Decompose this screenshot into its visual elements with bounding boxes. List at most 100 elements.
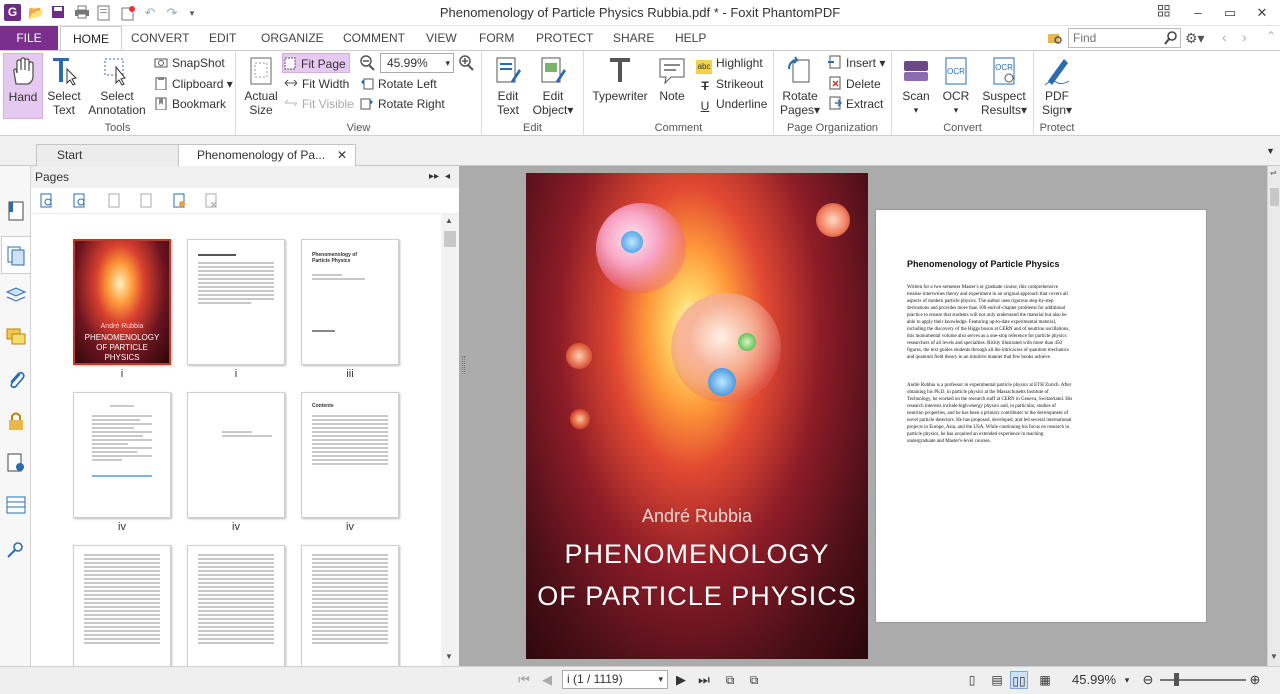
collapse-panel-icon[interactable]: ◂ <box>445 166 450 188</box>
tab-help[interactable]: HELP <box>663 26 718 50</box>
continuous-facing-icon[interactable]: ▦ <box>1036 671 1054 689</box>
pages-panel-tab[interactable] <box>1 236 30 274</box>
panel-splitter-handle[interactable] <box>462 356 465 374</box>
previous-view-icon[interactable]: ⧉ <box>721 671 739 689</box>
scrollbar-thumb[interactable] <box>1270 188 1279 206</box>
close-tab-icon[interactable]: ✕ <box>337 145 347 165</box>
page-thumbnail[interactable] <box>301 545 399 666</box>
security-lock-icon[interactable] <box>5 410 27 432</box>
scroll-down-icon[interactable]: ▼ <box>445 652 453 661</box>
search-folder-icon[interactable] <box>1047 30 1063 46</box>
scan-button[interactable]: Scan ▾ <box>896 53 936 119</box>
tab-protect[interactable]: PROTECT <box>524 26 605 50</box>
select-annotation-button[interactable]: Select Annotation <box>86 53 148 119</box>
page-thumbnail[interactable] <box>73 392 171 518</box>
insert-button[interactable]: Insert ▾ <box>828 53 885 73</box>
zoom-out-button[interactable]: ⊖ <box>1139 671 1157 689</box>
snapshot-button[interactable]: SnapShot <box>154 53 225 73</box>
maximize-button[interactable]: ▭ <box>1220 3 1240 23</box>
split-view-icon[interactable]: ⇌ <box>1270 168 1277 177</box>
suspect-results-button[interactable]: OCR Suspect Results▾ <box>978 53 1030 119</box>
zoom-in-icon[interactable] <box>457 54 475 75</box>
zoom-in-button[interactable]: ⊕ <box>1246 671 1264 689</box>
thumbnail-scrollbar[interactable]: ▲ ▼ <box>441 214 459 666</box>
note-button[interactable]: Note <box>654 53 690 119</box>
hand-button[interactable]: Hand <box>3 53 43 119</box>
zoom-out-icon[interactable] <box>358 54 376 75</box>
insert-page-icon[interactable] <box>106 193 122 209</box>
bookmark-button[interactable]: Bookmark <box>154 94 226 114</box>
tab-edit[interactable]: EDIT <box>197 26 248 50</box>
tab-comment[interactable]: COMMENT <box>331 26 417 50</box>
page-number-select[interactable]: i (1 / 1119) ▾ <box>562 670 668 689</box>
typewriter-button[interactable]: Typewriter <box>590 53 650 119</box>
restore-layout-icon[interactable] <box>1154 3 1174 23</box>
tab-share[interactable]: SHARE <box>601 26 666 50</box>
pdf-sign-button[interactable]: PDF Sign▾ <box>1036 53 1078 119</box>
tab-organize[interactable]: ORGANIZE <box>249 26 336 50</box>
previous-result-icon[interactable]: ‹ <box>1222 29 1227 45</box>
zoom-slider-handle[interactable] <box>1174 673 1179 686</box>
bookmarks-panel-icon[interactable] <box>5 200 27 222</box>
rotate-left-button[interactable]: Rotate Left <box>360 74 437 94</box>
tab-document[interactable]: Phenomenology of Pa... ✕ <box>178 144 356 166</box>
minimize-button[interactable]: – <box>1188 3 1208 23</box>
extract-button[interactable]: Extract <box>828 94 883 114</box>
delete-button[interactable]: Delete <box>828 74 881 94</box>
scrollbar-thumb[interactable] <box>444 231 456 247</box>
tab-start[interactable]: Start <box>36 144 182 166</box>
next-result-icon[interactable]: › <box>1242 29 1247 45</box>
close-window-button[interactable]: ✕ <box>1252 3 1272 23</box>
tab-list-dropdown-icon[interactable]: ▼ <box>1266 146 1275 156</box>
strikeout-button[interactable]: T Strikeout <box>698 74 763 94</box>
continuous-page-icon[interactable]: ▤ <box>988 671 1006 689</box>
facing-pages-icon[interactable]: ▯▯ <box>1010 671 1028 689</box>
rotate-pages-button[interactable]: Rotate Pages▾ <box>778 53 822 119</box>
find-input[interactable] <box>1069 29 1159 47</box>
tab-form[interactable]: FORM <box>467 26 526 50</box>
tab-view[interactable]: VIEW <box>414 26 469 50</box>
first-page-icon[interactable]: ⏮ <box>515 671 533 689</box>
layers-panel-icon[interactable] <box>5 284 27 306</box>
clipboard-button[interactable]: Clipboard ▾ <box>154 74 233 94</box>
rotate-page-icon[interactable] <box>171 193 187 209</box>
edit-text-button[interactable]: Edit Text <box>488 53 528 119</box>
signatures-panel-icon[interactable] <box>5 452 27 474</box>
scroll-down-icon[interactable]: ▼ <box>1270 652 1278 661</box>
tab-file[interactable]: FILE <box>0 26 58 50</box>
comments-panel-icon[interactable] <box>5 326 27 348</box>
last-page-icon[interactable]: ⏭ <box>695 671 713 689</box>
page-thumbnail[interactable]: André Rubbia PHENOMENOLOGY OF PARTICLE P… <box>73 239 171 365</box>
content-panel-icon[interactable] <box>5 494 27 516</box>
extract-page-icon[interactable] <box>138 193 154 209</box>
next-view-icon[interactable]: ⧉ <box>745 671 763 689</box>
ocr-button[interactable]: OCR OCR ▾ <box>938 53 974 119</box>
highlight-button[interactable]: abc Highlight <box>696 53 763 74</box>
page-thumbnail[interactable]: Contents <box>301 392 399 518</box>
scroll-up-icon[interactable]: ▲ <box>445 216 453 225</box>
document-scrollbar[interactable]: ⇌ ▼ <box>1267 166 1280 666</box>
tab-convert[interactable]: CONVERT <box>119 26 201 50</box>
select-text-button[interactable]: Select Text <box>44 53 84 119</box>
delete-page-icon[interactable] <box>203 193 219 209</box>
next-page-icon[interactable]: ▶ <box>672 671 690 689</box>
search-icon[interactable] <box>1163 30 1179 49</box>
page-thumbnail[interactable] <box>187 239 285 365</box>
expand-panel-icon[interactable]: ▸▸ <box>429 166 439 188</box>
rotate-right-button[interactable]: Rotate Right <box>360 94 445 114</box>
page-thumbnail[interactable]: Phenomenology of Particle Physics <box>301 239 399 365</box>
fit-page-button[interactable]: Fit Page <box>282 53 350 73</box>
page-thumbnail[interactable] <box>187 545 285 666</box>
page-thumbnail[interactable] <box>73 545 171 666</box>
edit-object-button[interactable]: Edit Object▾ <box>530 53 576 119</box>
actual-size-button[interactable]: Actual Size <box>242 53 280 119</box>
underline-button[interactable]: U Underline <box>698 94 768 114</box>
previous-page-icon[interactable]: ◀ <box>538 671 556 689</box>
zoom-slider[interactable] <box>1160 679 1246 681</box>
destinations-panel-icon[interactable] <box>5 538 27 560</box>
enlarge-thumbnails-icon[interactable] <box>39 193 55 209</box>
attachments-panel-icon[interactable] <box>5 368 27 390</box>
fit-width-button[interactable]: Fit Width <box>284 74 349 94</box>
collapse-ribbon-icon[interactable]: ⌃ <box>1266 29 1276 43</box>
zoom-select[interactable]: 45.99% ▾ <box>380 53 454 73</box>
